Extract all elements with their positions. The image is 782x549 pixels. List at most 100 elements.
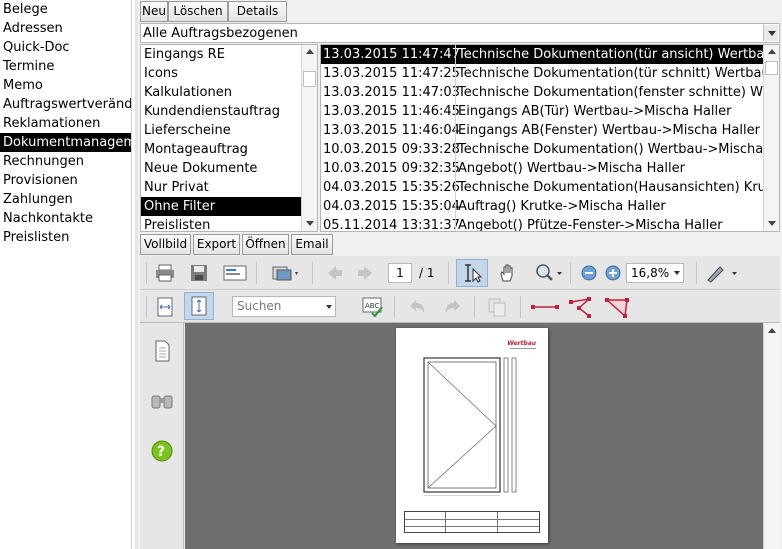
zoom-tool-icon[interactable] [532, 260, 566, 286]
nav-item-termine[interactable]: Termine [0, 57, 131, 76]
nav-item-preislisten[interactable]: Preislisten [0, 228, 131, 247]
copy-icon[interactable] [484, 294, 510, 320]
save-icon[interactable] [186, 260, 212, 286]
document-date: 13.03.2015 11:47:47 [323, 47, 460, 62]
nav-item-memo[interactable]: Memo [0, 76, 131, 95]
svg-text:ABC: ABC [365, 302, 379, 310]
separator [312, 262, 313, 284]
chevron-down-icon[interactable] [326, 305, 332, 309]
zoom-value: 16,8% [631, 266, 670, 280]
document-row[interactable]: 04.03.2015 15:35:26 Technische Dokumenta… [321, 178, 779, 197]
scroll-up-icon[interactable] [764, 45, 779, 59]
redo-icon[interactable] [440, 294, 466, 320]
export-button[interactable]: Export [193, 234, 240, 255]
document-date: 04.03.2015 15:35:04 [323, 199, 460, 214]
category-item[interactable]: Montageauftrag [141, 140, 317, 159]
pages-icon[interactable] [152, 340, 172, 366]
page-total: / 1 [419, 266, 435, 280]
document-title: Technische Dokumentation(Hausansichten) … [455, 178, 763, 197]
category-item[interactable]: Preislisten [141, 216, 317, 231]
category-item[interactable]: Lieferscheine [141, 121, 317, 140]
spellcheck-icon[interactable]: ABC [360, 294, 386, 320]
document-row[interactable]: 13.03.2015 11:46:45 Eingangs AB(Tür) Wer… [321, 102, 779, 121]
zoom-out-icon[interactable] [576, 260, 602, 286]
nav-item-zahlungen[interactable]: Zahlungen [0, 190, 131, 209]
nav-item-dokumentmanagement[interactable]: Dokumentmanagement [0, 133, 131, 152]
new-button[interactable]: Neu [140, 1, 168, 22]
fit-page-icon[interactable] [184, 292, 214, 320]
document-scrollbar[interactable] [763, 45, 779, 231]
separator [256, 262, 257, 284]
delete-button[interactable]: Löschen [168, 1, 228, 22]
document-management-panel: Neu Löschen Details Alle Auftragsbezogen… [138, 0, 782, 549]
category-item[interactable]: Icons [141, 64, 317, 83]
hand-icon[interactable] [494, 260, 520, 286]
text-select-icon[interactable] [456, 259, 488, 287]
document-title: Angebot() Wertbau->Mischa Haller [455, 159, 763, 178]
nav-item-belege[interactable]: Belege [0, 0, 131, 19]
search-input[interactable]: Suchen [232, 296, 336, 317]
nav-item-nachkontakte[interactable]: Nachkontakte [0, 209, 131, 228]
help-icon[interactable]: ? [151, 440, 173, 466]
line-tool-icon[interactable] [530, 294, 560, 320]
polygon-tool-icon[interactable] [604, 294, 630, 320]
document-date: 10.03.2015 09:32:35 [323, 161, 460, 176]
document-title: Eingangs AB(Fenster) Wertbau->Mischa Hal… [455, 121, 763, 140]
document-row[interactable]: 13.03.2015 11:47:03 Technische Dokumenta… [321, 83, 779, 102]
document-row[interactable]: 13.03.2015 11:47:47 Technische Dokumenta… [321, 45, 779, 64]
email-button[interactable]: Email [291, 234, 333, 255]
document-row[interactable]: 13.03.2015 11:47:25 Technische Dokumenta… [321, 64, 779, 83]
pdf-viewer[interactable]: Wertbau [185, 323, 763, 549]
viewer-side-panel: ? [140, 323, 184, 549]
scroll-thumb[interactable] [303, 71, 316, 87]
undo-icon[interactable] [404, 294, 430, 320]
scroll-thumb[interactable] [765, 61, 778, 75]
fit-width-icon[interactable] [152, 294, 178, 320]
category-item[interactable]: Nur Privat [141, 178, 317, 197]
zoom-in-icon[interactable] [600, 260, 626, 286]
chevron-down-icon[interactable] [674, 271, 680, 275]
zoom-select[interactable]: 16,8% [626, 263, 684, 283]
binoculars-icon[interactable] [150, 390, 174, 414]
category-item[interactable]: Kundendienstauftrag [141, 102, 317, 121]
polyline-tool-icon[interactable] [568, 294, 594, 320]
document-row[interactable]: 04.03.2015 15:35:04 Auftrag() Krutke->Mi… [321, 197, 779, 216]
scroll-up-icon[interactable] [302, 45, 317, 59]
viewer-scrollbar[interactable] [763, 323, 780, 549]
page-number-input[interactable]: 1 [388, 263, 412, 283]
document-date: 04.03.2015 15:35:26 [323, 180, 460, 195]
category-item[interactable]: Eingangs RE [141, 45, 317, 64]
open-button[interactable]: Öffnen [242, 234, 289, 255]
fullscreen-button[interactable]: Vollbild [140, 234, 191, 255]
nav-item-quick-doc[interactable]: Quick-Doc [0, 38, 131, 57]
svg-text:?: ? [157, 444, 165, 460]
nav-item-auftragswertveraenderungen[interactable]: Auftragswertveränderungen [0, 95, 131, 114]
document-row[interactable]: 13.03.2015 11:46:04 Eingangs AB(Fenster)… [321, 121, 779, 140]
nav-item-adressen[interactable]: Adressen [0, 19, 131, 38]
category-item[interactable]: Kalkulationen [141, 83, 317, 102]
scroll-down-icon[interactable] [302, 217, 317, 231]
pen-icon[interactable] [702, 260, 742, 286]
email-icon[interactable] [222, 260, 248, 286]
nav-item-rechnungen[interactable]: Rechnungen [0, 152, 131, 171]
door-drawing [423, 357, 517, 496]
nav-item-provisionen[interactable]: Provisionen [0, 171, 131, 190]
details-button[interactable]: Details [228, 1, 287, 22]
category-item-selected[interactable]: Ohne Filter [141, 197, 317, 216]
document-date: 13.03.2015 11:46:45 [323, 104, 460, 119]
stamp-icon[interactable] [268, 260, 304, 286]
chevron-down-icon[interactable] [763, 25, 778, 41]
category-item[interactable]: Neue Dokumente [141, 159, 317, 178]
print-icon[interactable] [152, 260, 178, 286]
arrow-left-icon[interactable] [322, 260, 348, 286]
filter-select[interactable]: Alle Auftragsbezogenen [140, 23, 780, 43]
document-row[interactable]: 10.03.2015 09:33:28 Technische Dokumenta… [321, 140, 779, 159]
scroll-down-icon[interactable] [764, 217, 779, 231]
document-row[interactable]: 05.11.2014 13:31:37 Angebot() Pfütze-Fen… [321, 216, 779, 231]
nav-item-reklamationen[interactable]: Reklamationen [0, 114, 131, 133]
category-scrollbar[interactable] [301, 45, 317, 231]
separator [474, 296, 475, 318]
arrow-right-icon[interactable] [352, 260, 378, 286]
document-row[interactable]: 10.03.2015 09:32:35 Angebot() Wertbau->M… [321, 159, 779, 178]
scroll-up-icon[interactable] [768, 328, 776, 333]
